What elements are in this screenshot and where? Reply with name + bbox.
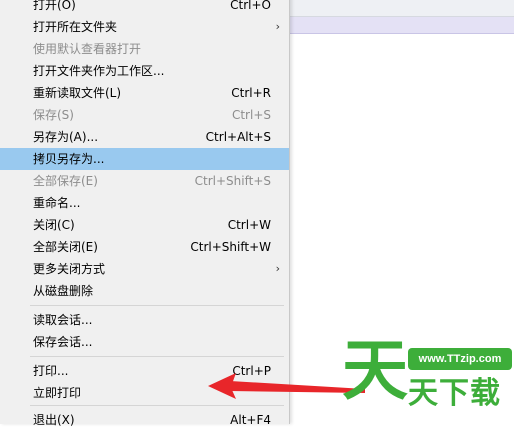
menu-item-label: 读取会话... — [33, 313, 93, 327]
menu-item-label: 退出(X) — [33, 413, 75, 427]
menu-item-label: 关闭(C) — [33, 218, 75, 232]
menu-item-label: 打开所在文件夹 — [33, 20, 118, 34]
menu-separator — [30, 356, 284, 357]
menu-item[interactable]: 立即打印 — [0, 382, 289, 404]
menu-item-shortcut: Ctrl+Alt+S — [205, 130, 271, 144]
menu-item-label: 全部保存(E) — [33, 174, 98, 188]
menu-item-label: 打印... — [33, 364, 69, 378]
menu-item[interactable]: 打开(O) Ctrl+O — [0, 0, 289, 16]
menu-item[interactable]: 更多关闭方式 › — [0, 258, 289, 280]
menu-separator — [30, 405, 284, 406]
menu-item-label: 重命名... — [33, 196, 81, 210]
menu-item-label: 全部关闭(E) — [33, 240, 98, 254]
submenu-arrow-icon: › — [275, 20, 280, 33]
menu-item-shortcut: Ctrl+P — [232, 364, 271, 378]
menu-item[interactable]: 保存(S) Ctrl+S — [0, 104, 289, 126]
menu-item-label: 拷贝另存为... — [33, 152, 105, 166]
menu-item-shortcut: Alt+F4 — [230, 413, 271, 427]
menu-item-label: 更多关闭方式 — [33, 262, 106, 276]
menu-item-label: 另存为(A)... — [33, 130, 99, 144]
menu-item-shortcut: Ctrl+Shift+S — [194, 174, 271, 188]
menu-item[interactable]: 另存为(A)... Ctrl+Alt+S — [0, 126, 289, 148]
menu-item-label: 重新读取文件(L) — [33, 86, 122, 100]
menu-item-shortcut: Ctrl+Shift+W — [190, 240, 271, 254]
menu-item[interactable]: 使用默认查看器打开 — [0, 38, 289, 60]
menu-item[interactable]: 全部保存(E) Ctrl+Shift+S — [0, 170, 289, 192]
menu-item[interactable]: 打开文件夹作为工作区... — [0, 60, 289, 82]
menu-item-shortcut: Ctrl+R — [231, 86, 271, 100]
watermark-logo: 天 — [342, 332, 408, 409]
menu-item-label: 立即打印 — [33, 386, 82, 400]
toolbar-strip — [290, 0, 514, 17]
file-menu: 打开(O) Ctrl+O 打开所在文件夹 › 使用默认查看器打开打开文件夹作为工作区..… — [0, 0, 290, 427]
menu-item[interactable]: 打开所在文件夹 › — [0, 16, 289, 38]
menu-item-label: 保存会话... — [33, 335, 93, 349]
menu-item[interactable]: 重新读取文件(L) Ctrl+R — [0, 82, 289, 104]
menu-item-shortcut: Ctrl+O — [230, 0, 271, 12]
menu-item-shortcut: Ctrl+W — [227, 218, 271, 232]
watermark: 天 www.TTzip.com 天下载 — [328, 330, 514, 415]
menu-item[interactable]: 读取会话... — [0, 309, 289, 331]
menu-separator — [30, 305, 284, 306]
menu-item-label: 使用默认查看器打开 — [33, 42, 142, 56]
menu-item[interactable]: 保存会话... — [0, 331, 289, 353]
menu-item-label: 打开(O) — [33, 0, 76, 12]
menu-item[interactable]: 退出(X) Alt+F4 — [0, 409, 289, 431]
menu-item[interactable]: 拷贝另存为... — [0, 148, 289, 170]
menu-item-label: 从磁盘删除 — [33, 284, 94, 298]
menu-item-label: 保存(S) — [33, 108, 74, 122]
menu-item[interactable]: 打印... Ctrl+P — [0, 360, 289, 382]
editor-divider — [290, 33, 514, 34]
menu-item-label: 打开文件夹作为工作区... — [33, 64, 165, 78]
watermark-url: www.TTzip.com — [408, 348, 512, 370]
menu-item-shortcut: Ctrl+S — [231, 108, 271, 122]
watermark-brand: 天下载 — [408, 376, 501, 411]
menu-item[interactable]: 重命名... — [0, 192, 289, 214]
current-line-highlight — [290, 17, 514, 33]
menu-item[interactable]: 从磁盘删除 — [0, 280, 289, 302]
menu-item[interactable]: 关闭(C) Ctrl+W — [0, 214, 289, 236]
menu-item[interactable]: 全部关闭(E) Ctrl+Shift+W — [0, 236, 289, 258]
submenu-arrow-icon: › — [275, 262, 280, 275]
